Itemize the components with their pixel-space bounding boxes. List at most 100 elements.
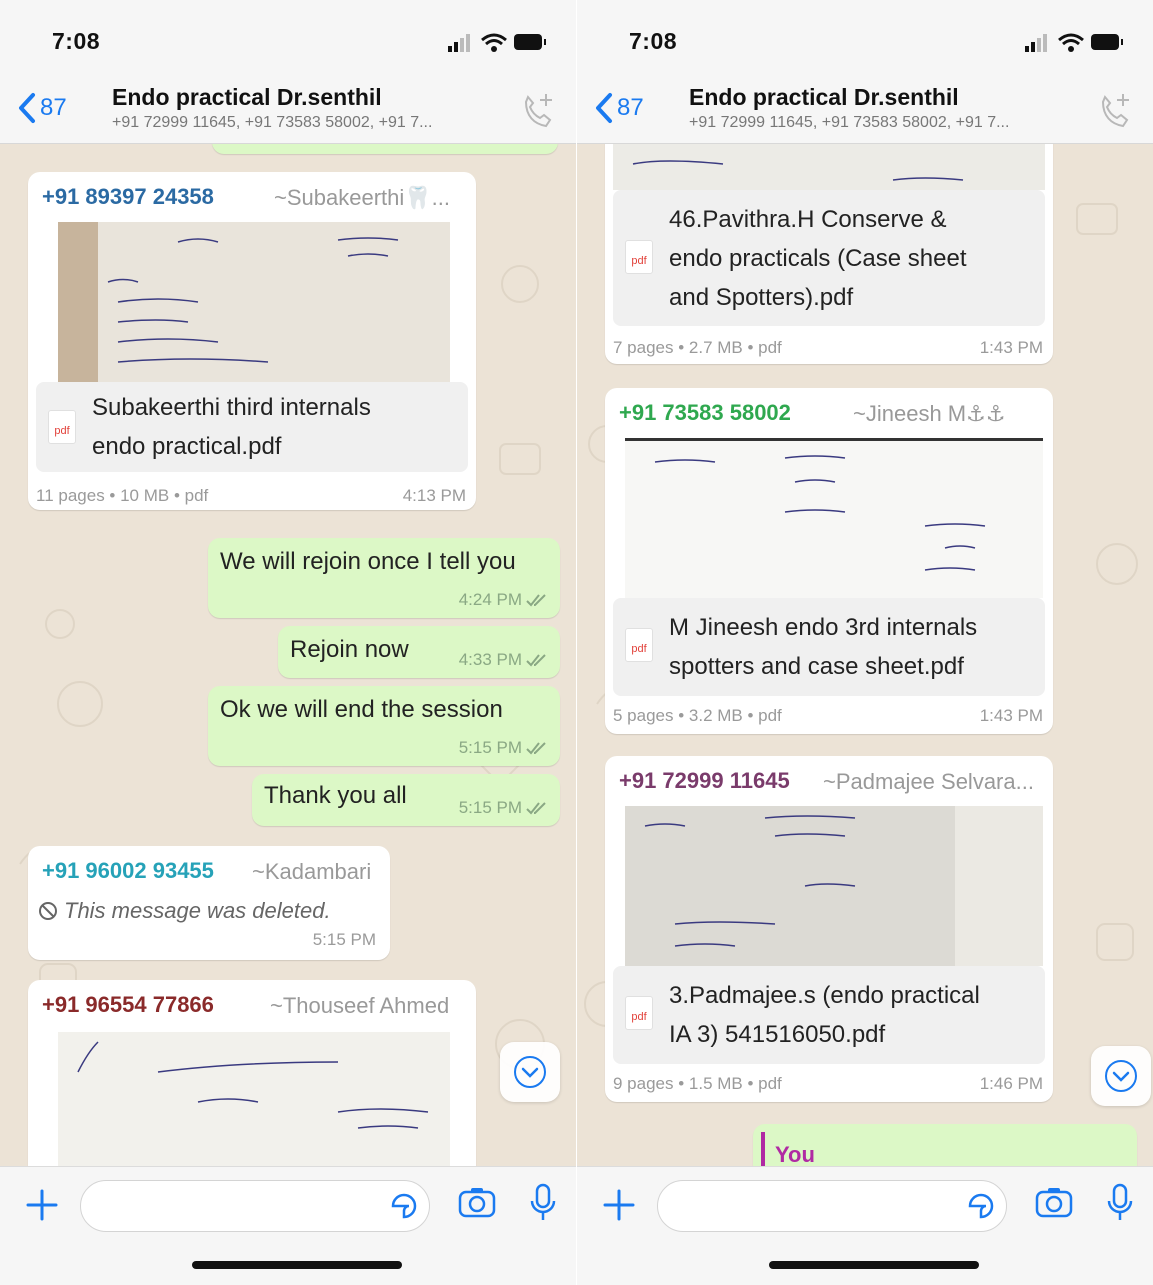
chat-area[interactable]: +91 89397 24358 ~Subakeerthi🦷... pdf Sub… xyxy=(0,144,576,1166)
chat-header: 87 Endo practical Dr.senthil +91 72999 1… xyxy=(0,80,576,144)
pdf-file-icon: pdf xyxy=(48,410,76,444)
sender-alias: ~Subakeerthi🦷... xyxy=(274,185,450,210)
message-input[interactable] xyxy=(80,1180,430,1232)
document-message[interactable]: +91 96554 77866 ~Thouseef Ahmed xyxy=(28,980,476,1166)
outgoing-message[interactable]: Thank you all 5:15 PM xyxy=(252,774,560,826)
message-text: We will rejoin once I tell you xyxy=(220,548,516,575)
sender-alias: ~Thouseef Ahmed xyxy=(270,993,450,1018)
sender-alias: ~Kadambari xyxy=(252,859,372,884)
double-check-icon xyxy=(526,802,546,815)
document-thumbnail[interactable] xyxy=(625,438,1043,598)
camera-button[interactable] xyxy=(1035,1186,1073,1223)
document-name: 3.Padmajee.s (endo practical IA 3) 54151… xyxy=(669,982,980,1048)
document-thumbnail[interactable] xyxy=(613,144,1045,190)
document-meta: 11 pages • 10 MB • pdf xyxy=(36,486,209,505)
document-message[interactable]: +91 89397 24358 ~Subakeerthi🦷... pdf Sub… xyxy=(28,172,476,510)
attach-button[interactable] xyxy=(24,1187,60,1228)
composer-bar xyxy=(0,1166,576,1285)
message-time: 5:15 PM xyxy=(459,738,548,758)
add-call-button[interactable] xyxy=(520,90,556,135)
attach-button[interactable] xyxy=(601,1187,637,1228)
outgoing-message[interactable]: We will rejoin once I tell you 4:24 PM xyxy=(208,538,560,618)
camera-button[interactable] xyxy=(458,1186,496,1223)
document-message[interactable]: pdf 46.Pavithra.H Conserve & endo practi… xyxy=(605,144,1053,364)
back-button[interactable]: 87 xyxy=(18,92,67,124)
microphone-button[interactable] xyxy=(1107,1183,1133,1228)
home-indicator[interactable] xyxy=(769,1261,979,1269)
message-text: Rejoin now xyxy=(290,636,409,663)
document-message[interactable]: +91 72999 11645 ~Padmajee Selvara... pdf… xyxy=(605,756,1053,1102)
chat-participants[interactable]: +91 72999 11645, +91 73583 58002, +91 7.… xyxy=(689,114,1009,132)
message-input[interactable] xyxy=(657,1180,1007,1232)
document-thumbnail[interactable] xyxy=(58,1032,450,1166)
message-time: 4:24 PM xyxy=(459,590,548,610)
chat-area[interactable]: pdf 46.Pavithra.H Conserve & endo practi… xyxy=(577,144,1153,1166)
double-check-icon xyxy=(526,742,546,755)
sender-number[interactable]: +91 73583 58002 xyxy=(619,400,791,426)
prohibited-icon xyxy=(39,902,57,920)
battery-icon xyxy=(514,34,546,50)
double-check-icon xyxy=(526,594,546,607)
chat-participants[interactable]: +91 72999 11645, +91 73583 58002, +91 7.… xyxy=(112,114,432,132)
chevron-left-icon xyxy=(596,93,612,123)
document-meta: 9 pages • 1.5 MB • pdf xyxy=(613,1074,782,1093)
reply-bar xyxy=(761,1132,765,1166)
sender-number[interactable]: +91 96002 93455 xyxy=(42,858,214,884)
phone-plus-icon xyxy=(1101,94,1129,128)
sticker-icon xyxy=(391,1193,417,1219)
status-bar: 7:08 xyxy=(0,0,576,80)
add-call-button[interactable] xyxy=(1097,90,1133,135)
chevron-left-icon xyxy=(19,93,35,123)
message-text: Thank you all xyxy=(264,782,407,809)
message-time: 5:15 PM xyxy=(459,798,548,818)
sender-number[interactable]: +91 89397 24358 xyxy=(42,184,214,210)
pdf-file-icon: pdf xyxy=(625,996,653,1030)
document-attachment[interactable]: pdf 3.Padmajee.s (endo practical IA 3) 5… xyxy=(613,966,1045,1064)
pdf-file-icon: pdf xyxy=(625,240,653,274)
status-time: 7:08 xyxy=(52,28,101,54)
plus-icon xyxy=(603,1189,635,1221)
sticker-button[interactable] xyxy=(389,1191,419,1226)
document-thumbnail[interactable] xyxy=(58,222,450,382)
microphone-icon xyxy=(530,1183,556,1220)
message-time: 1:43 PM xyxy=(979,706,1043,725)
sender-number[interactable]: +91 96554 77866 xyxy=(42,992,214,1018)
battery-icon xyxy=(1091,34,1123,50)
outgoing-message[interactable]: Ok we will end the session 5:15 PM xyxy=(208,686,560,766)
back-button[interactable]: 87 xyxy=(595,92,644,124)
microphone-button[interactable] xyxy=(530,1183,556,1228)
scroll-to-bottom-button[interactable] xyxy=(1091,1046,1151,1106)
status-icons xyxy=(448,32,548,59)
deleted-message[interactable]: +91 96002 93455 ~Kadambari This message … xyxy=(28,846,390,960)
document-name: M Jineesh endo 3rd internals spotters an… xyxy=(669,614,978,680)
double-check-icon xyxy=(526,654,546,667)
message-time: 1:46 PM xyxy=(979,1074,1043,1093)
document-thumbnail[interactable] xyxy=(625,806,1043,966)
document-attachment[interactable]: pdf M Jineesh endo 3rd internals spotter… xyxy=(613,598,1045,696)
sticker-icon xyxy=(968,1193,994,1219)
message-time: 4:33 PM xyxy=(459,650,548,670)
chat-title[interactable]: Endo practical Dr.senthil xyxy=(112,84,382,111)
outgoing-reply-message[interactable]: You xyxy=(753,1124,1137,1166)
message-bubble-previous[interactable] xyxy=(212,144,558,154)
phone-plus-icon xyxy=(524,94,552,128)
signal-icon xyxy=(1025,34,1047,52)
deleted-notice: This message was deleted. xyxy=(38,898,331,924)
document-attachment[interactable]: pdf Subakeerthi third internals endo pra… xyxy=(36,382,468,472)
outgoing-message[interactable]: Rejoin now 4:33 PM xyxy=(278,626,560,678)
pdf-file-icon: pdf xyxy=(625,628,653,662)
document-meta: 5 pages • 3.2 MB • pdf xyxy=(613,706,782,725)
document-meta: 7 pages • 2.7 MB • pdf xyxy=(613,338,782,357)
scroll-to-bottom-button[interactable] xyxy=(500,1042,560,1102)
camera-icon xyxy=(1035,1188,1073,1218)
message-time: 4:13 PM xyxy=(402,486,466,505)
chat-title[interactable]: Endo practical Dr.senthil xyxy=(689,84,959,111)
document-attachment[interactable]: pdf 46.Pavithra.H Conserve & endo practi… xyxy=(613,190,1045,326)
document-message[interactable]: +91 73583 58002 ~Jineesh M⚓⚓ pdf M Jinee… xyxy=(605,388,1053,734)
home-indicator[interactable] xyxy=(192,1261,402,1269)
right-screen: 7:08 87 Endo practical Dr.senthil +91 72… xyxy=(577,0,1153,1285)
signal-icon xyxy=(448,34,470,52)
sticker-button[interactable] xyxy=(966,1191,996,1226)
sender-number[interactable]: +91 72999 11645 xyxy=(619,768,790,794)
left-screen: 7:08 87 Endo practical Dr.senthil +91 72… xyxy=(0,0,576,1285)
